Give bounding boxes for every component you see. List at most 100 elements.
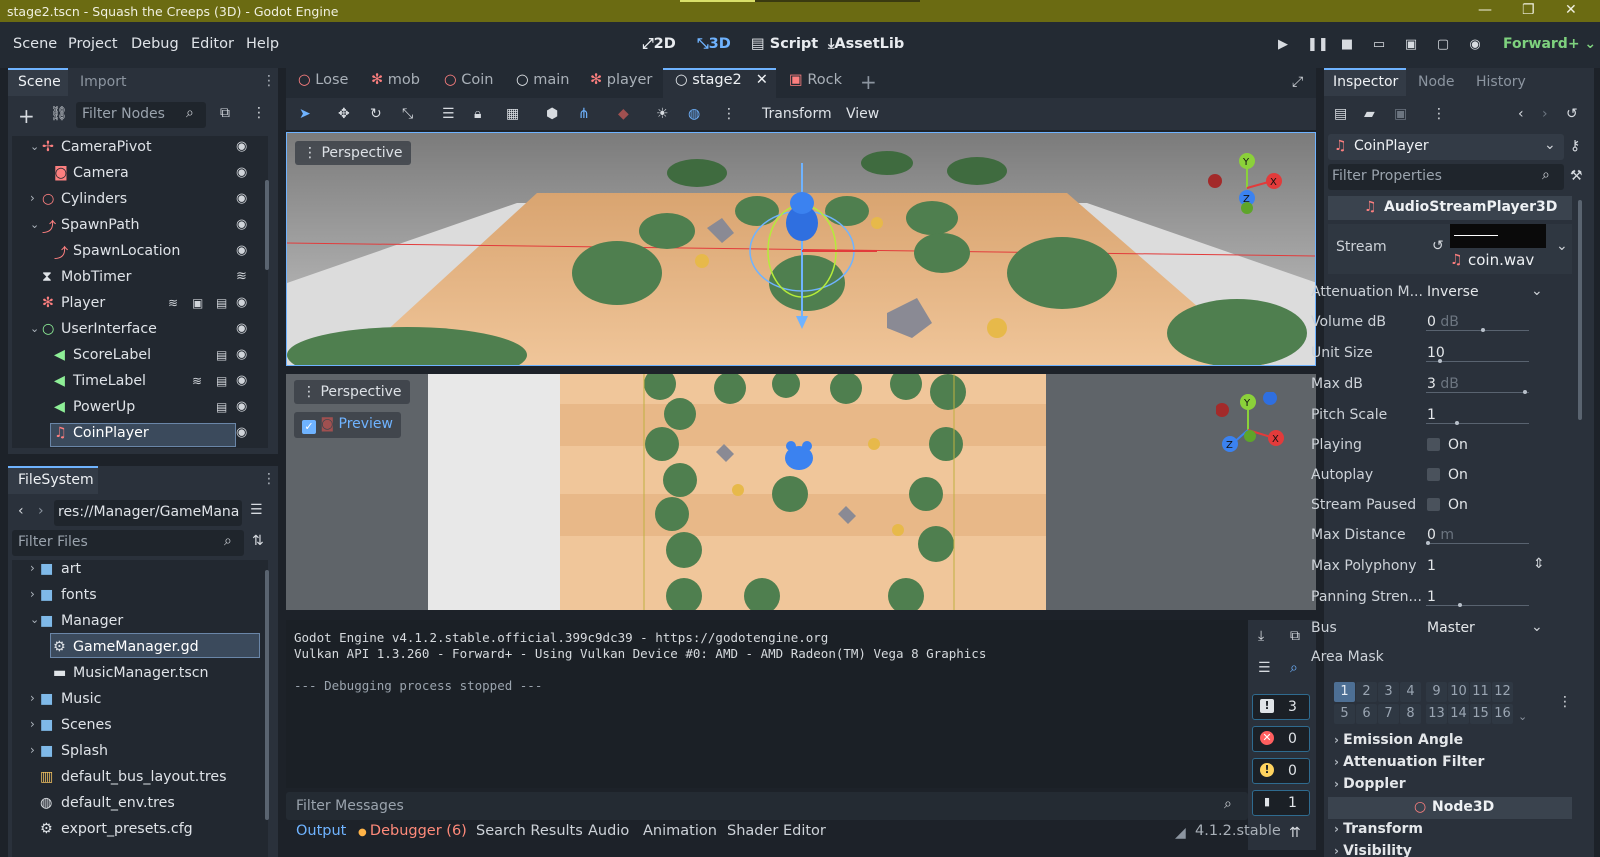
transform-menu[interactable]: Transform [762,106,832,122]
collapse-icon[interactable]: ☰ [1258,660,1271,676]
section-doppler[interactable]: › Doppler [1334,776,1406,792]
prop-playing[interactable]: Playing On [1311,431,1551,459]
prop-stream-paused[interactable]: Stream Paused On [1311,491,1551,519]
pin-panel-icon[interactable]: ⇈ [1289,825,1301,841]
chevron-down-icon[interactable]: ⌄ [30,613,39,626]
sort-icon[interactable]: ⇅ [252,533,264,549]
version-label[interactable]: 4.1.2.stable [1195,823,1281,839]
section-transform[interactable]: › Transform [1334,821,1423,837]
forward-icon[interactable]: › [38,503,44,519]
visibility-eye-icon[interactable]: ◉ [236,140,250,154]
script-icon[interactable]: ▤ [216,400,227,414]
visibility-eye-icon[interactable]: ◉ [236,400,250,414]
menu-editor[interactable]: Editor [191,36,234,52]
path-field[interactable]: res://Manager/GameMana [54,500,242,526]
section-attenuation-filter[interactable]: › Attenuation Filter [1334,754,1484,770]
more-icon[interactable]: ⋮ [1558,694,1572,710]
bottom-tab-debugger[interactable]: ● Debugger (6) [358,823,467,839]
link-icon[interactable]: ⛓ [50,106,68,122]
filter-messages-input[interactable]: Filter Messages ⌕ [286,792,1248,820]
viewport-top[interactable]: ⋮ Perspective Y X Z [286,132,1316,366]
axis-gizmo-top[interactable]: Y X Z [1207,153,1287,223]
prop-bus[interactable]: Bus Master ⌄ [1311,614,1551,642]
mask-bit[interactable]: 9 [1426,682,1447,702]
chevron-right-icon[interactable]: › [30,691,35,705]
visibility-eye-icon[interactable]: ◉ [236,192,250,206]
mask-bit[interactable]: 14 [1448,704,1469,724]
group-icon[interactable]: ▦ [506,106,519,122]
warning-counter[interactable]: ! 0 [1252,758,1310,784]
reset-icon[interactable]: ↺ [1432,238,1444,254]
area-mask-grid[interactable]: 1 2 3 4 9 10 11 12 5 6 7 8 13 14 15 16 [1334,682,1514,726]
checkbox-icon[interactable] [1427,468,1440,481]
mask-bit[interactable]: 5 [1334,704,1355,724]
mask-bit[interactable]: 6 [1356,704,1377,724]
scene-tree-scrollbar[interactable] [265,180,269,270]
tab-lose[interactable]: ○ Lose [298,72,348,98]
tab-inspector[interactable]: Inspector [1333,74,1398,90]
tab-node[interactable]: Node [1418,74,1455,90]
bottom-tab-shader-editor[interactable]: Shader Editor [727,823,826,839]
file-default-bus-layout[interactable]: ▥ default_bus_layout.tres [12,765,260,791]
dock-menu-icon[interactable]: ⋮ [262,471,276,487]
chevron-down-icon[interactable]: ⌄ [30,218,39,231]
clear-output-icon[interactable]: ⤓ [1258,628,1264,644]
chevron-down-icon[interactable]: ⌄ [1556,238,1568,254]
checkbox-icon[interactable] [1427,498,1440,511]
menu-debug[interactable]: Debug [131,36,179,52]
tab-main[interactable]: ○ main [516,72,570,98]
search-icon[interactable]: ⌕ [1290,660,1298,676]
chevron-down-icon[interactable]: ⌄ [30,140,39,153]
mask-bit[interactable]: 16 [1492,704,1513,724]
bottom-tab-search-results[interactable]: Search Results [476,823,583,839]
tab-import[interactable]: Import [80,74,126,90]
signal-icon[interactable]: ≋ [168,296,178,310]
chevron-right-icon[interactable]: › [30,717,35,731]
play-scene-icon[interactable]: ▣ [1403,37,1419,53]
folder-art[interactable]: › ■ art [12,557,260,583]
filter-files-input[interactable]: Filter Files ⌕ [12,530,244,556]
prop-max-polyphony[interactable]: Max Polyphony 1 ⇕ [1311,552,1551,580]
back-icon[interactable]: ‹ [18,503,24,519]
output-console[interactable]: Godot Engine v4.1.2.stable.official.399c… [286,620,1248,788]
more-icon[interactable]: ⋮ [1432,106,1446,122]
bottom-tab-animation[interactable]: Animation [643,823,717,839]
movie-maker-icon[interactable]: ◉ [1467,37,1483,53]
visibility-eye-icon[interactable]: ◉ [236,166,250,180]
folder-manager[interactable]: ⌄ ■ Manager [12,609,260,635]
dock-menu-icon[interactable]: ⋮ [262,73,276,89]
mask-bit[interactable]: 2 [1356,682,1377,702]
select-tool-icon[interactable]: ➤ [299,106,311,122]
file-default-env[interactable]: ◍ default_env.tres [12,791,260,817]
script-icon[interactable]: ▤ [216,296,227,310]
play-icon[interactable]: ▶ [1275,37,1291,53]
tree-node-spawnpath[interactable]: ⌄ ⤴ SpawnPath ◉ [12,214,260,238]
axis-gizmo-bottom[interactable]: Y X Z [1216,392,1296,462]
prop-attenuation-model[interactable]: Attenuation M... Inverse ⌄ [1311,278,1551,306]
tree-node-timelabel[interactable]: ◀ TimeLabel ≋ ▤ ◉ [12,370,260,394]
list-select-icon[interactable]: ☰ [442,106,455,122]
mask-bit[interactable]: 15 [1470,704,1491,724]
stream-file-value[interactable]: coin.wav [1468,251,1534,269]
tree-node-cylinders[interactable]: › ○ Cylinders ◉ [12,188,260,212]
open-folder-icon[interactable]: ▰ [1364,106,1375,122]
chevron-right-icon[interactable]: › [30,561,35,575]
close-button[interactable]: ✕ [1565,2,1577,18]
folder-scenes[interactable]: › ■ Scenes [12,713,260,739]
tree-node-userinterface[interactable]: ⌄ ○ UserInterface ◉ [12,318,260,342]
filter-nodes-input[interactable]: Filter Nodes ⌕ [76,102,206,128]
prop-autoplay[interactable]: Autoplay On [1311,461,1551,489]
inspector-scrollbar[interactable] [1578,200,1582,420]
file-export-presets[interactable]: ⚙ export_presets.cfg [12,817,260,843]
file-tree-scrollbar[interactable] [265,570,269,820]
tab-player[interactable]: ✻ player [590,72,652,98]
chevron-right-icon[interactable]: › [30,587,35,601]
menu-project[interactable]: Project [68,36,118,52]
minimize-button[interactable]: — [1478,2,1492,18]
visibility-eye-icon[interactable]: ◉ [236,348,250,362]
chevron-right-icon[interactable]: › [30,191,35,205]
script-icon[interactable]: ▤ [216,348,227,362]
mode-2d-button[interactable]: ⤢2D [642,36,676,52]
add-node-icon[interactable]: + [18,104,35,128]
tree-node-coinplayer[interactable]: ♫ CoinPlayer ◉ [12,422,260,446]
